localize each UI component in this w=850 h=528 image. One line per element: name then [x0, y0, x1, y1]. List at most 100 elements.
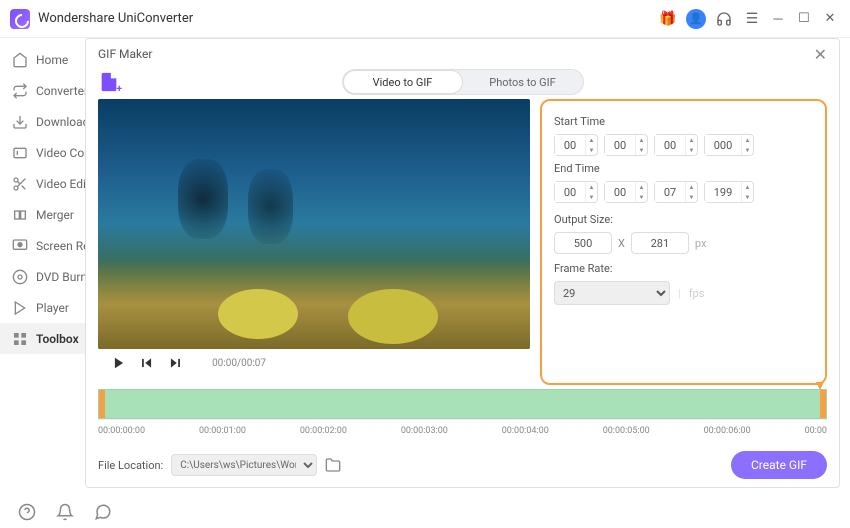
user-avatar-icon[interactable]: 👤: [686, 9, 706, 29]
timeline-playhead[interactable]: [816, 382, 824, 390]
spin-down[interactable]: ▼: [686, 192, 697, 202]
sidebar: Home Converter Downloader Video Compress…: [0, 38, 85, 496]
frame-rate-label: Frame Rate:: [554, 262, 813, 275]
sidebar-item-recorder[interactable]: Screen Recorder: [0, 230, 85, 261]
start-seconds[interactable]: [655, 135, 685, 155]
create-gif-button[interactable]: Create GIF: [731, 451, 827, 479]
spin-down[interactable]: ▼: [636, 145, 647, 155]
time-display: 00:00/00:07: [212, 358, 266, 369]
sidebar-item-dvd[interactable]: DVD Burner: [0, 261, 85, 292]
start-minutes[interactable]: [605, 135, 635, 155]
sidebar-item-label: Downloader: [36, 115, 85, 129]
tick-label: 00:00:04:00: [502, 426, 549, 443]
play-button[interactable]: [112, 356, 126, 370]
disc-icon: [12, 269, 28, 285]
sidebar-item-label: Converter: [36, 84, 85, 98]
settings-panel: Start Time ▲▼ ▲▼ ▲▼ ▲▼ End Time ▲▼ ▲▼ ▲▼…: [540, 99, 827, 385]
close-button[interactable]: ✕: [820, 9, 840, 29]
spin-up[interactable]: ▲: [586, 182, 597, 192]
spin-up[interactable]: ▲: [636, 135, 647, 145]
timeline[interactable]: [98, 389, 827, 419]
sidebar-item-downloader[interactable]: Downloader: [0, 106, 85, 137]
sidebar-item-label: Screen Recorder: [36, 239, 85, 253]
dialog-close-button[interactable]: ✕: [814, 45, 827, 64]
output-height[interactable]: [631, 232, 689, 254]
timeline-handle-end[interactable]: [820, 390, 826, 418]
tick-label: 00:00:02:00: [300, 426, 347, 443]
scissors-icon: [12, 176, 28, 192]
end-time-label: End Time: [554, 162, 813, 175]
spin-down[interactable]: ▼: [686, 145, 697, 155]
record-icon: [12, 238, 28, 254]
dialog-title: GIF Maker: [98, 47, 152, 61]
sidebar-item-label: Video Compressor: [36, 146, 85, 160]
gift-icon[interactable]: 🎁: [658, 9, 678, 29]
x-label: X: [618, 237, 625, 250]
spin-up[interactable]: ▲: [686, 182, 697, 192]
sidebar-item-home[interactable]: Home: [0, 44, 85, 75]
support-icon[interactable]: [714, 9, 734, 29]
sidebar-item-compressor[interactable]: Video Compressor: [0, 137, 85, 168]
sidebar-item-player[interactable]: Player: [0, 292, 85, 323]
fps-label: fps: [689, 287, 705, 300]
sidebar-item-label: Video Editor: [36, 177, 85, 191]
merge-icon: [12, 207, 28, 223]
mode-tabs: Video to GIF Photos to GIF: [342, 69, 584, 95]
spin-down[interactable]: ▼: [742, 145, 753, 155]
sidebar-item-merger[interactable]: Merger: [0, 199, 85, 230]
file-location-label: File Location:: [98, 459, 163, 472]
end-hours[interactable]: [555, 182, 585, 202]
app-logo: [10, 9, 30, 29]
end-minutes[interactable]: [605, 182, 635, 202]
tab-photos-to-gif[interactable]: Photos to GIF: [463, 70, 583, 94]
home-icon: [12, 52, 28, 68]
video-preview[interactable]: [98, 99, 530, 349]
sidebar-item-label: Home: [36, 53, 68, 67]
spin-up[interactable]: ▲: [742, 135, 753, 145]
spin-down[interactable]: ▼: [742, 192, 753, 202]
sidebar-item-toolbox[interactable]: Toolbox: [0, 323, 85, 354]
add-file-button[interactable]: +: [98, 71, 120, 93]
play-icon: [12, 300, 28, 316]
tab-video-to-gif[interactable]: Video to GIF: [343, 70, 463, 94]
titlebar: Wondershare UniConverter 🎁 👤 ☰ ─ ☐ ✕: [0, 0, 850, 38]
prev-frame-button[interactable]: [140, 356, 154, 370]
help-icon[interactable]: [18, 503, 36, 521]
sidebar-item-label: Merger: [36, 208, 74, 222]
maximize-button[interactable]: ☐: [794, 9, 814, 29]
chat-icon[interactable]: [94, 503, 112, 521]
grid-icon: [12, 331, 28, 347]
tick-label: 00:00:05:00: [603, 426, 650, 443]
minimize-button[interactable]: ─: [768, 9, 788, 29]
spin-down[interactable]: ▼: [586, 192, 597, 202]
sidebar-item-label: DVD Burner: [36, 270, 85, 284]
spin-down[interactable]: ▼: [586, 145, 597, 155]
start-ms[interactable]: [705, 135, 741, 155]
bottom-bar: [0, 496, 112, 528]
spin-up[interactable]: ▲: [636, 182, 647, 192]
timeline-handle-start[interactable]: [99, 390, 105, 418]
spin-down[interactable]: ▼: [636, 192, 647, 202]
tick-label: 00:00:00:00: [98, 426, 145, 443]
download-icon: [12, 114, 28, 130]
spin-up[interactable]: ▲: [586, 135, 597, 145]
file-location-select[interactable]: C:\Users\ws\Pictures\Wonders: [171, 454, 317, 476]
end-seconds[interactable]: [655, 182, 685, 202]
sidebar-item-editor[interactable]: Video Editor: [0, 168, 85, 199]
spin-up[interactable]: ▲: [742, 182, 753, 192]
compress-icon: [12, 145, 28, 161]
tick-label: 00:00:03:00: [401, 426, 448, 443]
output-size-label: Output Size:: [554, 213, 813, 226]
tick-label: 00:00:01:00: [199, 426, 246, 443]
start-hours[interactable]: [555, 135, 585, 155]
folder-icon[interactable]: [325, 457, 341, 473]
spin-up[interactable]: ▲: [686, 135, 697, 145]
sidebar-item-label: Player: [36, 301, 69, 315]
next-frame-button[interactable]: [168, 356, 182, 370]
bell-icon[interactable]: [56, 503, 74, 521]
frame-rate-select[interactable]: 29: [554, 281, 670, 305]
output-width[interactable]: [554, 232, 612, 254]
end-ms[interactable]: [705, 182, 741, 202]
menu-icon[interactable]: ☰: [742, 9, 762, 29]
sidebar-item-converter[interactable]: Converter: [0, 75, 85, 106]
